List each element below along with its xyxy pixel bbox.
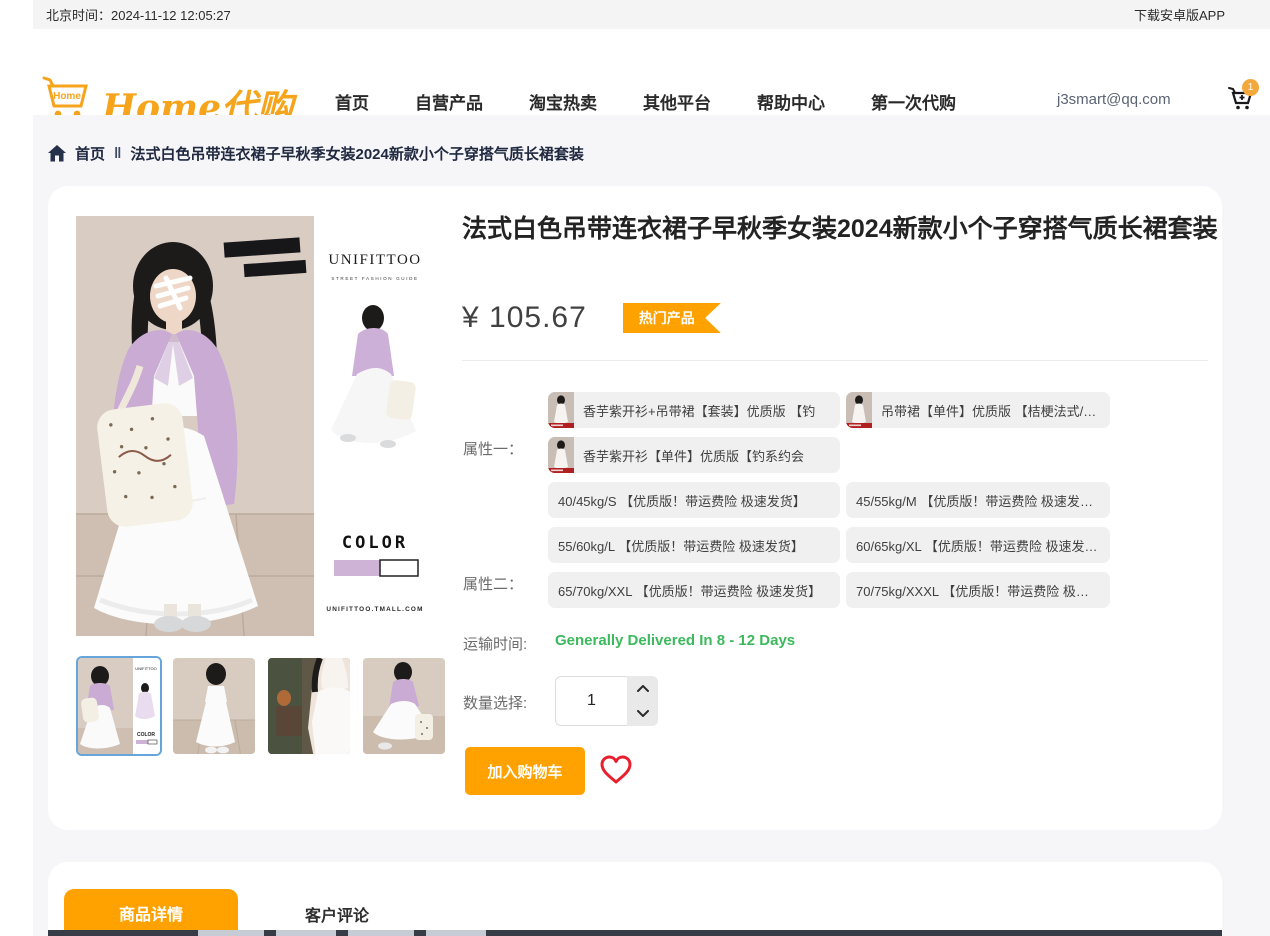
thumbnail-strip: UNIFITTOO COLOR	[76, 656, 447, 756]
product-title: 法式白色吊带连衣裙子早秋季女装2024新款小个子穿搭气质长裙套装	[462, 212, 1222, 247]
tab-product-details[interactable]: 商品详情	[64, 889, 238, 936]
nav-other-platforms[interactable]: 其他平台	[643, 89, 711, 114]
attr2-label: 属性二：	[463, 573, 523, 594]
attr2-option-m[interactable]: 45/55kg/M 【优质版！带运费险 极速发货】	[846, 482, 1110, 518]
beijing-time: 北京时间：2024-11-12 12:05:27	[46, 5, 231, 24]
panel-color-label: COLOR	[342, 533, 408, 553]
option-thumb-icon	[548, 437, 574, 473]
attr2-option-xl[interactable]: 60/65kg/XL 【优质版！带运费险 极速发货】	[846, 527, 1110, 563]
nav-taobao-hot[interactable]: 淘宝热卖	[529, 89, 597, 114]
thumbnail-1[interactable]: UNIFITTOO COLOR	[76, 656, 162, 756]
attr2-option-l[interactable]: 55/60kg/L 【优质版！带运费险 极速发货】	[548, 527, 840, 563]
cart-count-badge: 1	[1242, 79, 1259, 96]
tab-customer-reviews[interactable]: 客户评论	[262, 902, 412, 926]
breadcrumb-home[interactable]: 首页	[75, 143, 105, 164]
thumbnail-2[interactable]	[171, 656, 257, 756]
home-icon	[48, 145, 66, 162]
chevron-down-icon	[637, 710, 649, 717]
nav-help-center[interactable]: 帮助中心	[757, 89, 825, 114]
panel-tagline: STREET FASHION GUIDE	[331, 276, 418, 281]
quantity-label: 数量选择:	[463, 692, 527, 713]
nav-home[interactable]: 首页	[335, 89, 369, 114]
price-row: ¥ 105.67 热门产品	[462, 301, 721, 335]
svg-text:COLOR: COLOR	[137, 732, 155, 738]
panel-site: UNIFITTOO.TMALL.COM	[326, 606, 423, 613]
cart-button[interactable]: 1	[1228, 85, 1264, 119]
attr1-option-1[interactable]: 香芋紫开衫+吊带裙【套装】优质版 【钓	[548, 392, 840, 428]
nav-self-products[interactable]: 自营产品	[415, 89, 483, 114]
product-main-image: UNIFITTOO STREET FASHION GUIDE COLOR UNI…	[76, 216, 436, 636]
detail-tabs-card: 商品详情 客户评论	[48, 862, 1222, 936]
quantity-stepper	[627, 676, 658, 726]
quantity-up-button[interactable]	[627, 676, 658, 701]
thumbnail-3[interactable]	[266, 656, 352, 756]
page: 北京时间：2024-11-12 12:05:27 下载安卓版APP Home H…	[0, 0, 1270, 936]
attr2-option-s[interactable]: 40/45kg/S 【优质版！带运费险 极速发货】	[548, 482, 840, 518]
site-header: Home Home代购 首页 自营产品 淘宝热卖 其他平台 帮助中心 第一次代购…	[0, 29, 1270, 115]
chevron-up-icon	[637, 685, 649, 692]
shipping-time-label: 运输时间:	[463, 633, 527, 654]
product-card: UNIFITTOO STREET FASHION GUIDE COLOR UNI…	[48, 186, 1222, 830]
cart-icon	[1228, 98, 1254, 115]
svg-text:Home: Home	[53, 91, 81, 102]
attr2-option-xxl[interactable]: 65/70kg/XXL 【优质版！带运费险 极速发货】	[548, 572, 840, 608]
add-to-cart-button[interactable]: 加入购物车	[465, 747, 585, 795]
breadcrumb: 首页 ‖ 法式白色吊带连衣裙子早秋季女装2024新款小个子穿搭气质长裙套装	[48, 143, 584, 164]
account-email[interactable]: j3smart@qq.com	[1057, 91, 1171, 108]
attr1-label: 属性一：	[463, 438, 523, 459]
hot-product-badge: 热门产品	[623, 303, 721, 333]
breadcrumb-current: 法式白色吊带连衣裙子早秋季女装2024新款小个子穿搭气质长裙套装	[130, 143, 583, 164]
option-thumb-icon	[846, 392, 872, 428]
panel-brand: UNIFITTOO	[328, 252, 421, 268]
favorite-heart-icon[interactable]	[599, 754, 633, 786]
attr1-option-2[interactable]: 吊带裙【单件】优质版 【桔梗法式/松弛	[846, 392, 1110, 428]
detail-image-top-edge	[48, 930, 1222, 936]
option-thumb-icon	[548, 392, 574, 428]
download-app-link[interactable]: 下载安卓版APP	[1134, 5, 1225, 24]
quantity-input[interactable]	[555, 676, 627, 726]
shipping-time-value: Generally Delivered In 8 - 12 Days	[555, 632, 795, 649]
top-bar: 北京时间：2024-11-12 12:05:27 下载安卓版APP	[33, 0, 1270, 29]
nav-first-purchase[interactable]: 第一次代购	[871, 89, 956, 114]
quantity-down-button[interactable]	[627, 701, 658, 726]
product-price: ¥ 105.67	[462, 301, 587, 335]
main-nav: 首页 自营产品 淘宝热卖 其他平台 帮助中心 第一次代购	[335, 89, 956, 114]
thumbnail-4[interactable]	[361, 656, 447, 756]
breadcrumb-separator: ‖	[114, 145, 121, 162]
attr2-option-xxxl[interactable]: 70/75kg/XXXL 【优质版！带运费险 极速发货】	[846, 572, 1110, 608]
svg-text:UNIFITTOO: UNIFITTOO	[135, 666, 156, 671]
attr1-option-3[interactable]: 香芋紫开衫【单件】优质版【钓系约会	[548, 437, 840, 473]
divider	[462, 360, 1208, 361]
